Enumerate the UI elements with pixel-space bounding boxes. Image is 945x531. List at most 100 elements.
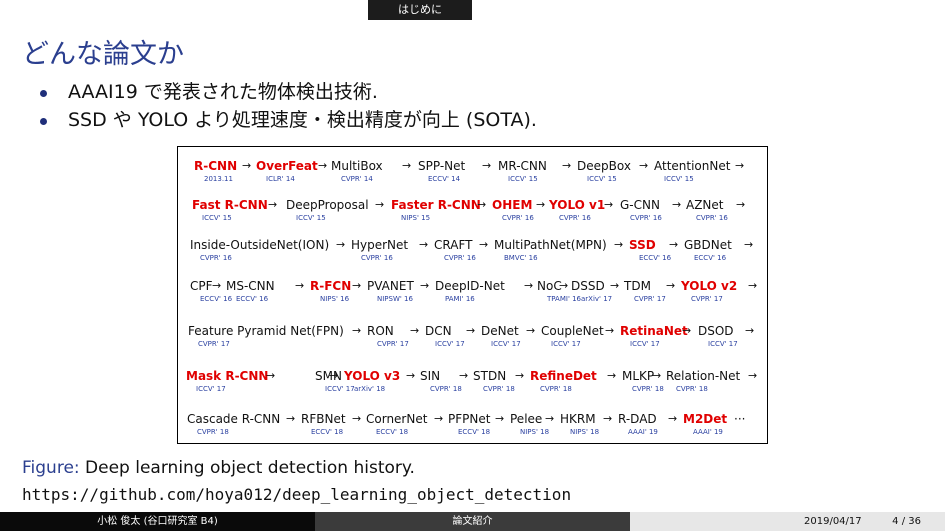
diagram-node-label: MultiPathNet(MPN)	[494, 238, 607, 252]
diagram-node-label: OHEM	[492, 198, 533, 212]
diagram-node-label: DSSD	[571, 279, 605, 293]
diagram-node-venue: ICCV' 17	[435, 340, 465, 348]
arrow-right-icon: →	[482, 159, 492, 172]
footer-author[interactable]: 小松 俊太 (谷口研究室 B4)	[0, 512, 315, 531]
arrow-right-icon: →	[736, 198, 746, 211]
diagram-node-label: HKRM	[560, 412, 596, 426]
diagram-node-venue: CVPR' 16	[630, 214, 662, 222]
diagram-node-label: NoC	[537, 279, 562, 293]
source-url[interactable]: https://github.com/hoya012/deep_learning…	[22, 485, 571, 504]
diagram-node-label: MLKP	[622, 369, 655, 383]
diagram-node-venue: CVPR' 18	[197, 428, 229, 436]
arrow-right-icon: →	[336, 238, 346, 251]
diagram-node-venue: CVPR' 17	[634, 295, 666, 303]
diagram-node-label: RFBNet	[301, 412, 346, 426]
arrow-right-icon: →	[402, 159, 412, 172]
diagram-node-venue: NIPS' 18	[520, 428, 550, 436]
bullet-icon	[40, 90, 47, 97]
bullet-icon	[40, 118, 47, 125]
arrow-right-icon: →	[295, 279, 305, 292]
diagram-node-label: DeepProposal	[286, 198, 369, 212]
diagram-node-venue: ICCV' 17	[325, 385, 355, 393]
arrow-right-icon: →	[268, 198, 278, 211]
detection-history-diagram: R-CNN 2013.11 OverFeat ICLR' 14 MultiBox CVPR…	[177, 146, 768, 444]
diagram-node-venue: BMVC' 16	[504, 254, 538, 262]
diagram-node-venue: 2013.11	[204, 175, 233, 183]
diagram-node-label: PVANET	[367, 279, 414, 293]
diagram-node-venue: AAAI' 19	[693, 428, 723, 436]
figure-caption: Figure: Deep learning object detection h…	[22, 458, 415, 478]
arrow-right-icon: →	[669, 238, 679, 251]
arrow-right-icon: →	[652, 369, 662, 382]
diagram-node-venue: CVPR' 18	[540, 385, 572, 393]
diagram-node-venue: NIPS' 18	[570, 428, 600, 436]
arrow-right-icon: →	[604, 198, 614, 211]
diagram-node-label: Feature Pyramid Net(FPN)	[188, 324, 344, 338]
arrow-right-icon: →	[352, 324, 362, 337]
nav-right-segment	[472, 0, 945, 20]
arrow-right-icon: →	[375, 198, 385, 211]
diagram-node-venue: arXiv' 17	[581, 295, 613, 303]
diagram-node-venue: ICLR' 14	[266, 175, 295, 183]
diagram-node-venue: CVPR' 17	[198, 340, 230, 348]
diagram-node-label: DeepID-Net	[435, 279, 505, 293]
diagram-node-label: TDM	[624, 279, 651, 293]
arrow-right-icon: →	[744, 238, 754, 251]
arrow-right-icon: →	[668, 412, 678, 425]
arrow-right-icon: →	[495, 412, 505, 425]
diagram-node-venue: ICCV' 15	[296, 214, 326, 222]
diagram-node-label: GBDNet	[684, 238, 732, 252]
diagram-node-venue: ECCV' 16	[236, 295, 269, 303]
diagram-node-label: Fast R-CNN	[192, 198, 268, 212]
diagram-node-label: SSD	[629, 238, 656, 252]
arrow-right-icon: →	[318, 159, 328, 172]
diagram-node-label: AttentionNet	[654, 159, 731, 173]
diagram-node-label: Mask R-CNN	[186, 369, 269, 383]
bullet-item: AAAI19 で発表された物体検出技術.	[32, 78, 537, 106]
footer-info: 2019/04/17 4 / 36	[630, 512, 945, 531]
current-section-label[interactable]: はじめに	[368, 0, 472, 20]
diagram-node-label: HyperNet	[351, 238, 409, 252]
diagram-node-label: M2Det	[683, 412, 728, 426]
bullet-text: SSD や YOLO より処理速度・検出精度が向上 (SOTA).	[68, 109, 537, 131]
bullet-list: AAAI19 で発表された物体検出技術. SSD や YOLO より処理速度・検…	[32, 78, 537, 134]
arrow-right-icon: →	[352, 412, 362, 425]
diagram-node-label: Pelee	[510, 412, 543, 426]
diagram-node-venue: ICCV' 17	[551, 340, 581, 348]
arrow-right-icon: →	[605, 324, 615, 337]
diagram-node-label: Faster R-CNN	[391, 198, 481, 212]
arrow-right-icon: →	[614, 238, 624, 251]
diagram-node-venue: arXiv' 18	[354, 385, 386, 393]
arrow-right-icon: →	[545, 412, 555, 425]
diagram-node-label: RON	[367, 324, 394, 338]
arrow-right-icon: →	[266, 369, 276, 382]
caption-text: Deep learning object detection history.	[85, 458, 415, 478]
diagram-node-venue: ICCV' 17	[708, 340, 738, 348]
arrow-right-icon: →	[420, 279, 430, 292]
diagram-node-label: YOLO v2	[681, 279, 738, 293]
diagram-node-venue: ICCV' 15	[664, 175, 694, 183]
arrow-right-icon: →	[434, 412, 444, 425]
diagram-node-label: ···	[734, 412, 746, 426]
arrow-right-icon: →	[352, 279, 362, 292]
diagram-node-venue: CVPR' 17	[377, 340, 409, 348]
diagram-node-label: RetinaNet	[620, 324, 688, 338]
diagram-node-venue: CVPR' 16	[502, 214, 534, 222]
arrow-right-icon: →	[212, 279, 222, 292]
diagram-node-venue: NIPS' 15	[401, 214, 431, 222]
arrow-right-icon: →	[610, 279, 620, 292]
diagram-node-label: AZNet	[686, 198, 724, 212]
diagram-node-venue: ECCV' 16	[639, 254, 672, 262]
arrow-right-icon: →	[666, 279, 676, 292]
diagram-node-venue: CVPR' 16	[361, 254, 393, 262]
diagram-node-label: YOLO v3	[344, 369, 401, 383]
nav-left-segment	[0, 0, 368, 20]
diagram-node-label: SPP-Net	[418, 159, 466, 173]
arrow-right-icon: →	[410, 324, 420, 337]
diagram-node-venue: ICCV' 15	[587, 175, 617, 183]
diagram-node-label: Inside-OutsideNet(ION)	[190, 238, 330, 252]
footer-talk-title[interactable]: 論文紹介	[315, 512, 630, 531]
diagram-node-venue: NIPS' 16	[320, 295, 350, 303]
diagram-node-label: MS-CNN	[226, 279, 275, 293]
diagram-node-venue: ECCV' 14	[428, 175, 461, 183]
